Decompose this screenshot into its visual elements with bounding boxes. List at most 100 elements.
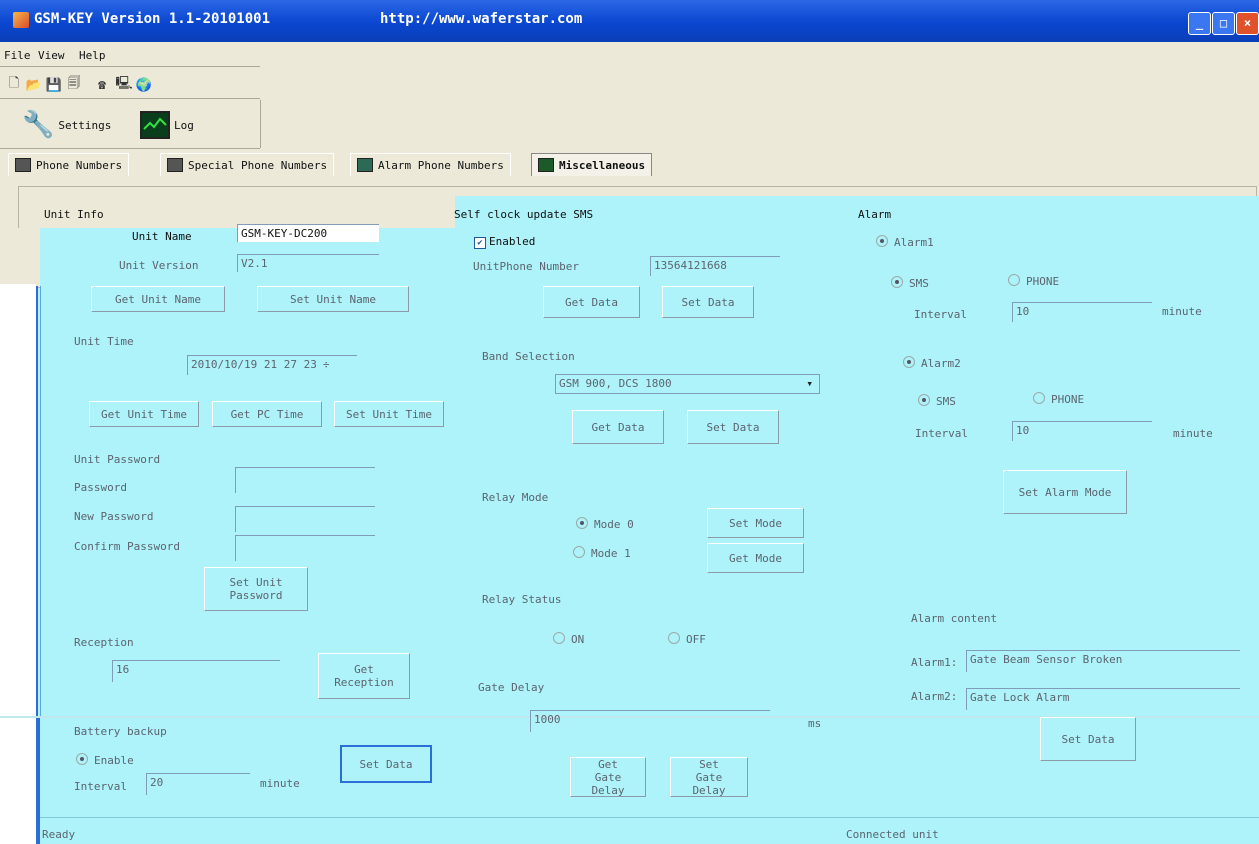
tab-label: Phone Numbers bbox=[36, 158, 123, 172]
relay-status-label: Relay Status bbox=[482, 593, 562, 606]
computer-icon[interactable]: 🖳 bbox=[115, 76, 132, 93]
alarm2-label: Alarm2 bbox=[921, 357, 961, 370]
log-button[interactable]: Log bbox=[140, 104, 194, 146]
set-unit-password-button[interactable]: Set Unit Password bbox=[204, 567, 308, 611]
relay-on-label: ON bbox=[571, 633, 585, 646]
set-alarm-mode-button[interactable]: Set Alarm Mode bbox=[1003, 470, 1127, 514]
menu-file[interactable]: File bbox=[4, 49, 31, 62]
set-mode-button[interactable]: Set Mode bbox=[707, 508, 804, 538]
relay-on-radio[interactable]: ON bbox=[553, 632, 584, 646]
password-input[interactable] bbox=[235, 467, 375, 493]
alarm2-radio[interactable]: Alarm2 bbox=[903, 356, 961, 370]
new-password-input[interactable] bbox=[235, 506, 375, 532]
password-label: Password bbox=[74, 481, 127, 494]
alarm1-content-label: Alarm1: bbox=[911, 656, 958, 669]
unit-version-input[interactable]: V2.1 bbox=[237, 254, 379, 272]
open-folder-icon[interactable]: 📂 bbox=[26, 77, 42, 93]
status-connection: Connected unit bbox=[846, 828, 939, 841]
tab-special-phone-numbers[interactable]: Special Phone Numbers bbox=[160, 153, 335, 176]
get-unit-time-button[interactable]: Get Unit Time bbox=[89, 401, 199, 427]
get-reception-button[interactable]: Get Reception bbox=[318, 653, 410, 699]
radio-icon bbox=[903, 356, 915, 368]
alarm1-radio[interactable]: Alarm1 bbox=[876, 235, 934, 249]
self-clock-group: Self clock update SMS bbox=[454, 208, 594, 221]
unit-name-input[interactable]: GSM-KEY-DC200 bbox=[237, 224, 379, 242]
phone-get-data-button[interactable]: Get Data bbox=[543, 286, 640, 318]
alarm2-interval-label: Interval bbox=[915, 427, 968, 440]
unit-password-group: Unit Password bbox=[74, 453, 161, 466]
battery-interval-input[interactable]: 20 bbox=[146, 773, 250, 795]
confirm-password-input[interactable] bbox=[235, 535, 375, 561]
chevron-down-icon[interactable]: ▾ bbox=[806, 375, 813, 393]
globe-icon[interactable]: 🌍 bbox=[136, 77, 152, 93]
reception-input[interactable]: 16 bbox=[112, 660, 280, 682]
save-all-icon[interactable]: 🗐 bbox=[66, 76, 82, 93]
relay-off-label: OFF bbox=[686, 633, 706, 646]
band-set-data-button[interactable]: Set Data bbox=[687, 410, 779, 444]
phone-set-data-button[interactable]: Set Data bbox=[662, 286, 754, 318]
phone-book-icon bbox=[167, 158, 183, 172]
band-get-data-button[interactable]: Get Data bbox=[572, 410, 664, 444]
alarm2-content-input[interactable]: Gate Lock Alarm bbox=[966, 688, 1240, 710]
enabled-label: Enabled bbox=[489, 235, 536, 248]
battery-backup-label: Battery backup bbox=[74, 725, 167, 738]
unit-version-label: Unit Version bbox=[119, 259, 199, 272]
mode0-radio[interactable]: Mode 0 bbox=[576, 517, 634, 531]
save-icon[interactable]: 💾 bbox=[46, 77, 62, 93]
set-unit-time-button[interactable]: Set Unit Time bbox=[334, 401, 444, 427]
battery-enable-label: Enable bbox=[94, 754, 134, 767]
window-url: http://www.waferstar.com bbox=[380, 11, 583, 27]
radio-icon bbox=[1033, 392, 1045, 404]
alarm1-interval-input[interactable]: 10 bbox=[1012, 302, 1152, 322]
title-bar: GSM-KEY Version 1.1-20101001 http://www.… bbox=[0, 0, 1259, 42]
menu-help[interactable]: Help bbox=[79, 49, 106, 62]
menu-view[interactable]: View bbox=[38, 49, 65, 62]
band-selection-label: Band Selection bbox=[482, 350, 575, 363]
set-gate-delay-button[interactable]: Set Gate Delay bbox=[670, 757, 748, 797]
enabled-checkbox[interactable]: ✔ Enabled bbox=[474, 235, 535, 249]
battery-set-data-button[interactable]: Set Data bbox=[340, 745, 432, 783]
unit-phone-input[interactable]: 13564121668 bbox=[650, 256, 780, 276]
get-pc-time-button[interactable]: Get PC Time bbox=[212, 401, 322, 427]
set-unit-name-button[interactable]: Set Unit Name bbox=[257, 286, 409, 312]
close-icon[interactable]: × bbox=[1236, 12, 1259, 35]
alarm2-content-label: Alarm2: bbox=[911, 690, 958, 703]
mode1-radio[interactable]: Mode 1 bbox=[573, 546, 631, 560]
radio-icon bbox=[553, 632, 565, 644]
unit-time-label: Unit Time bbox=[74, 335, 134, 348]
unit-time-picker[interactable]: 2010/10/19 21 27 23 ÷ bbox=[187, 355, 357, 375]
radio-icon bbox=[576, 517, 588, 529]
gate-delay-input[interactable]: 1000 bbox=[530, 710, 770, 732]
alarm1-content-input[interactable]: Gate Beam Sensor Broken bbox=[966, 650, 1240, 672]
unit-time-value: 2010/10/19 21 27 23 bbox=[191, 358, 317, 371]
phone-book-icon bbox=[15, 158, 31, 172]
radio-icon bbox=[668, 632, 680, 644]
relay-mode-label: Relay Mode bbox=[482, 491, 549, 504]
maximize-icon[interactable]: □ bbox=[1212, 12, 1235, 35]
relay-off-radio[interactable]: OFF bbox=[668, 632, 706, 646]
minimize-icon[interactable]: _ bbox=[1188, 12, 1211, 35]
alarm1-sms-radio[interactable]: SMS bbox=[891, 276, 929, 290]
alarm2-sms-radio[interactable]: SMS bbox=[918, 394, 956, 408]
tab-phone-numbers[interactable]: Phone Numbers bbox=[8, 153, 130, 176]
status-ready: Ready bbox=[42, 828, 76, 841]
get-mode-button[interactable]: Get Mode bbox=[707, 543, 804, 573]
alarm2-phone-radio[interactable]: PHONE bbox=[1033, 392, 1084, 406]
get-gate-delay-button[interactable]: Get Gate Delay bbox=[570, 757, 646, 797]
alarm1-phone-radio[interactable]: PHONE bbox=[1008, 274, 1059, 288]
spinner-icon[interactable]: ÷ bbox=[323, 358, 330, 371]
phone-label: PHONE bbox=[1026, 275, 1060, 288]
phone-icon[interactable]: ☎ bbox=[94, 77, 110, 93]
mode1-label: Mode 1 bbox=[591, 547, 631, 560]
get-unit-name-button[interactable]: Get Unit Name bbox=[91, 286, 225, 312]
band-select[interactable]: GSM 900, DCS 1800 ▾ bbox=[555, 374, 820, 394]
battery-enable-radio[interactable]: Enable bbox=[76, 753, 134, 767]
alarm-set-data-button[interactable]: Set Data bbox=[1040, 717, 1136, 761]
tab-alarm-phone-numbers[interactable]: Alarm Phone Numbers bbox=[350, 153, 511, 176]
tab-miscellaneous[interactable]: Miscellaneous bbox=[531, 153, 653, 176]
alarm2-interval-input[interactable]: 10 bbox=[1012, 421, 1152, 441]
battery-interval-label: Interval bbox=[74, 780, 127, 793]
settings-button[interactable]: 🔧 Settings bbox=[22, 104, 111, 146]
band-value: GSM 900, DCS 1800 bbox=[559, 377, 672, 390]
new-file-icon[interactable]: 🗋 bbox=[6, 76, 22, 93]
